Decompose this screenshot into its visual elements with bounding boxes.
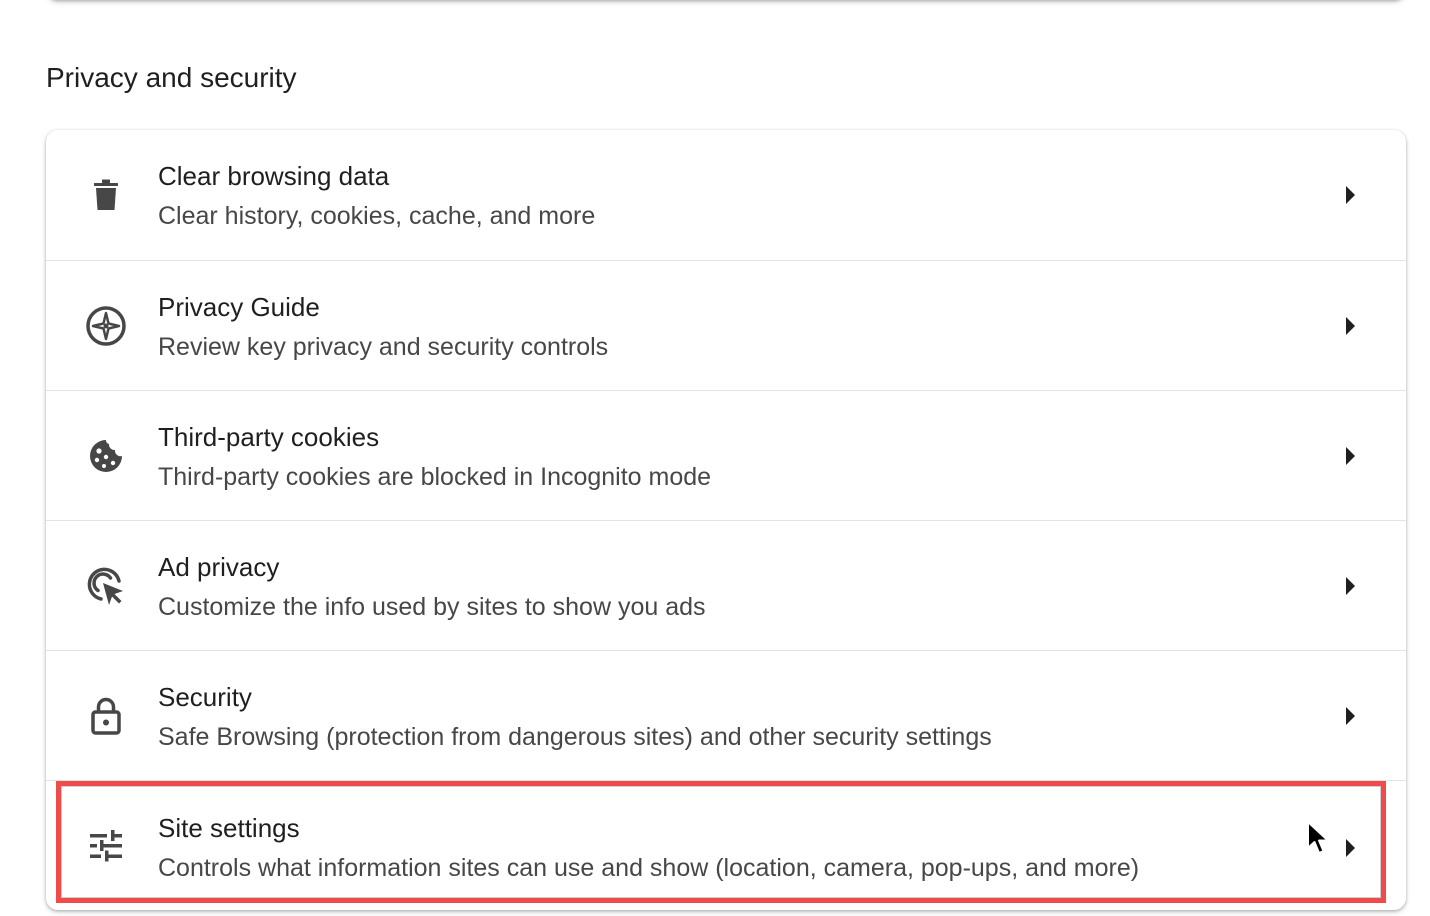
privacy-guide-row[interactable]: Privacy Guide Review key privacy and sec… [46, 260, 1406, 391]
privacy-security-card: Clear browsing data Clear history, cooki… [46, 130, 1406, 910]
row-subtitle: Clear history, cookies, cache, and more [158, 202, 596, 230]
row-title: Ad privacy [158, 552, 280, 582]
chevron-right-icon [1340, 185, 1360, 205]
row-subtitle: Customize the info used by sites to show… [158, 593, 706, 621]
security-row[interactable]: Security Safe Browsing (protection from … [46, 650, 1406, 781]
row-subtitle: Safe Browsing (protection from dangerous… [158, 723, 992, 751]
chevron-right-icon [1340, 446, 1360, 466]
cookie-icon [82, 436, 130, 476]
third-party-cookies-row[interactable]: Third-party cookies Third-party cookies … [46, 390, 1406, 521]
ad-privacy-icon [82, 566, 130, 606]
chevron-right-icon [1340, 576, 1360, 596]
row-title: Security [158, 682, 252, 712]
trash-icon [82, 175, 130, 215]
row-subtitle: Review key privacy and security controls [158, 333, 609, 361]
chevron-right-icon [1340, 316, 1360, 336]
chevron-right-icon [1340, 838, 1360, 858]
clear-browsing-data-row[interactable]: Clear browsing data Clear history, cooki… [46, 130, 1406, 260]
row-title: Privacy Guide [158, 292, 320, 322]
lock-icon [82, 696, 130, 736]
ad-privacy-row[interactable]: Ad privacy Customize the info used by si… [46, 520, 1406, 651]
row-title: Clear browsing data [158, 161, 390, 191]
row-subtitle: Controls what information sites can use … [158, 854, 1140, 882]
site-settings-row[interactable]: Site settings Controls what information … [46, 780, 1406, 910]
sliders-icon [82, 826, 130, 866]
row-title: Third-party cookies [158, 422, 380, 452]
row-title: Site settings [158, 813, 300, 843]
chevron-right-icon [1340, 706, 1360, 726]
section-title: Privacy and security [46, 62, 297, 93]
row-subtitle: Third-party cookies are blocked in Incog… [158, 463, 712, 491]
compass-icon [82, 306, 130, 346]
